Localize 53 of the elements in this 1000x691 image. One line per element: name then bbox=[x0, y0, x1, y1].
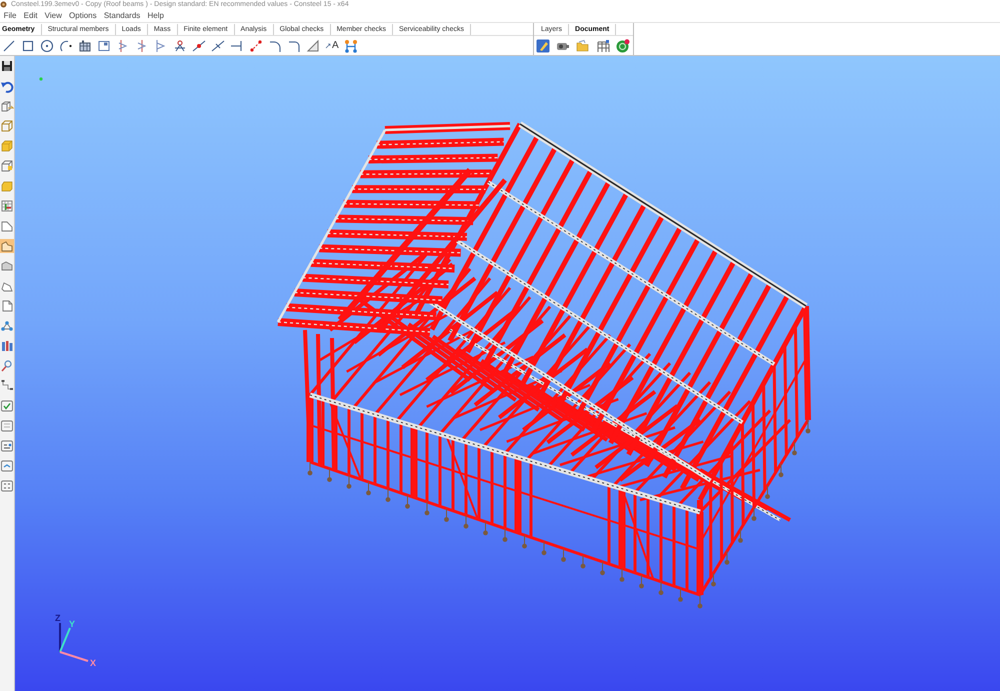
arrow-icon[interactable] bbox=[325, 42, 332, 49]
cross-line-icon[interactable] bbox=[211, 38, 225, 52]
folder-icon[interactable] bbox=[576, 38, 590, 52]
node-cluster-icon[interactable] bbox=[0, 319, 14, 333]
solid-box-icon[interactable] bbox=[0, 139, 14, 153]
document-icon[interactable] bbox=[0, 299, 14, 313]
app-logo-icon bbox=[0, 1, 7, 8]
line-icon[interactable] bbox=[2, 38, 16, 52]
menu-item[interactable]: Standards bbox=[100, 10, 144, 20]
cube-arrow-icon[interactable] bbox=[0, 99, 14, 113]
axis-label: Y bbox=[69, 619, 76, 629]
panel-icon[interactable] bbox=[0, 459, 14, 473]
edit-icon[interactable] bbox=[536, 38, 550, 52]
arc-icon[interactable] bbox=[59, 38, 73, 52]
node-steps-icon[interactable] bbox=[0, 379, 14, 393]
grid-block-icon[interactable] bbox=[78, 38, 92, 52]
point-marker-icon bbox=[39, 77, 43, 81]
scaffold-icon[interactable] bbox=[596, 38, 610, 52]
undo-icon[interactable] bbox=[0, 79, 14, 93]
axis-label: Z bbox=[55, 613, 60, 623]
axis-label: X bbox=[90, 658, 96, 668]
column-icon[interactable] bbox=[0, 339, 14, 353]
shape-outline-icon[interactable] bbox=[0, 239, 14, 253]
rectangle-icon[interactable] bbox=[21, 38, 35, 52]
node-grid-icon[interactable] bbox=[344, 38, 358, 52]
filled-shape-icon[interactable] bbox=[0, 259, 14, 273]
menu-item[interactable]: Help bbox=[144, 10, 168, 20]
circle-icon[interactable] bbox=[40, 38, 54, 52]
shape-outline-icon[interactable] bbox=[0, 219, 14, 233]
t-junction-icon[interactable] bbox=[230, 38, 244, 52]
menu-item[interactable]: File bbox=[0, 10, 20, 20]
solid-box-icon[interactable] bbox=[0, 179, 14, 193]
node-cross-icon[interactable] bbox=[173, 38, 187, 52]
menu-item[interactable]: View bbox=[41, 10, 66, 20]
ring-badge-icon[interactable] bbox=[616, 38, 630, 52]
corner-arc-icon[interactable] bbox=[268, 38, 282, 52]
panel-icon[interactable] bbox=[0, 439, 14, 453]
save-icon[interactable] bbox=[0, 59, 14, 73]
triangle-icon[interactable] bbox=[306, 38, 320, 52]
menu-item[interactable]: Options bbox=[65, 10, 100, 20]
cube-outline-icon[interactable] bbox=[0, 119, 14, 133]
grid-panel-icon[interactable] bbox=[0, 479, 14, 493]
framed-square-icon[interactable] bbox=[97, 38, 111, 52]
table-icon[interactable] bbox=[0, 199, 14, 213]
panel-icon[interactable] bbox=[0, 419, 14, 433]
segment-icon[interactable] bbox=[249, 38, 263, 52]
line-point-icon[interactable] bbox=[192, 38, 206, 52]
text-label-button[interactable]: A bbox=[325, 38, 339, 52]
check-panel-icon[interactable] bbox=[0, 399, 14, 413]
corner-arc-icon[interactable] bbox=[287, 38, 301, 52]
menu-item[interactable]: Edit bbox=[20, 10, 42, 20]
cube-outline-icon[interactable] bbox=[0, 159, 14, 173]
search-icon[interactable] bbox=[0, 359, 14, 373]
